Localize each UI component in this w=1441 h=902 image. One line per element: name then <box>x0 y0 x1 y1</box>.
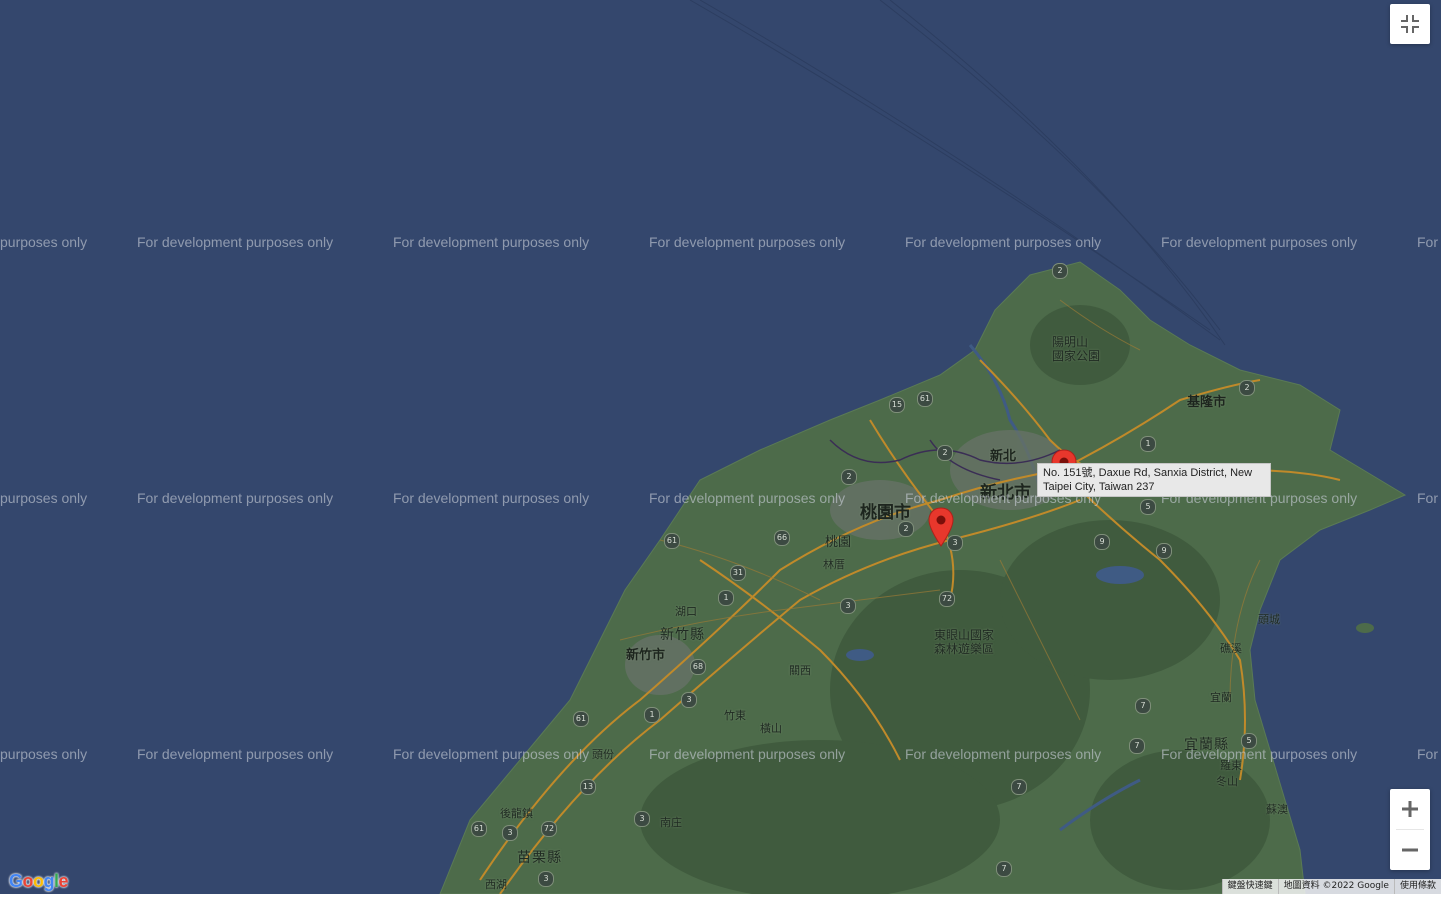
marker-pin-icon <box>928 507 954 547</box>
exit-fullscreen-icon <box>1401 15 1419 33</box>
terms-link[interactable]: 使用條款 <box>1393 879 1441 894</box>
route-shield: 2 <box>937 445 953 461</box>
route-shield: 15 <box>889 397 905 413</box>
map-data-attribution: 地圖資料 ©2022 Google <box>1277 879 1394 894</box>
route-shield: 31 <box>730 565 746 581</box>
label-touwen: 頭份 <box>592 748 614 761</box>
marker-tooltip: No. 151號, Daxue Rd, Sanxia District, New… <box>1037 463 1271 497</box>
label-jiaoxi: 礁溪 <box>1220 642 1242 655</box>
label-toucheng: 頭城 <box>1258 613 1280 626</box>
zoom-control <box>1390 789 1430 870</box>
watermark-text: purposes only <box>0 746 88 762</box>
page-bottom-strip <box>0 894 1441 902</box>
route-shield: 3 <box>681 692 697 708</box>
route-shield: 3 <box>840 598 856 614</box>
route-shield: 61 <box>917 391 933 407</box>
label-zhudong: 竹東 <box>724 709 746 722</box>
route-shield: 68 <box>690 659 706 675</box>
label-hengshan: 橫山 <box>760 722 782 735</box>
label-linzuo: 林厝 <box>823 558 845 571</box>
route-shield: 66 <box>774 530 790 546</box>
watermark-text: purposes only <box>0 490 88 506</box>
route-shield: 7 <box>1011 779 1027 795</box>
route-shield: 2 <box>1052 263 1068 279</box>
watermark-text: purposes only <box>0 234 88 250</box>
watermark-text: For development purposes only <box>649 490 846 506</box>
zoom-out-button[interactable] <box>1390 830 1430 870</box>
watermark-text: For development purposes only <box>393 234 590 250</box>
label-yangmingshan: 陽明山 國家公園 <box>1052 335 1101 363</box>
plus-icon <box>1402 801 1418 817</box>
label-miaoli-county: 苗栗縣 <box>517 850 562 866</box>
zoom-in-button[interactable] <box>1390 789 1430 829</box>
watermark-text: For <box>1417 490 1438 506</box>
label-houlong: 後龍鎮 <box>500 807 533 820</box>
watermark-text: For <box>1417 234 1438 250</box>
map-canvas[interactable]: 陽明山 國家公園 基隆市 新北 新北市 桃園市 桃園 林厝 湖口 新竹縣 新竹市… <box>0 0 1441 894</box>
watermark-text: For development purposes only <box>649 234 846 250</box>
watermark-text: For development purposes only <box>393 490 590 506</box>
route-shield: 2 <box>1239 380 1255 396</box>
watermark-text: For development purposes only <box>137 234 334 250</box>
route-shield: 7 <box>1129 738 1145 754</box>
route-shield: 1 <box>718 590 734 606</box>
route-shield: 7 <box>1135 698 1151 714</box>
route-shield: 3 <box>502 825 518 841</box>
route-shield: 61 <box>471 821 487 837</box>
route-shield: 3 <box>538 871 554 887</box>
route-shield: 5 <box>1140 499 1156 515</box>
route-shield: 1 <box>1140 436 1156 452</box>
label-xinbei: 新北 <box>990 449 1017 464</box>
label-guanxi: 關西 <box>789 664 811 677</box>
route-shield: 2 <box>841 469 857 485</box>
route-shield: 3 <box>634 811 650 827</box>
watermark-text: For development purposes only <box>137 490 334 506</box>
route-shield: 72 <box>939 591 955 607</box>
route-shield: 61 <box>573 711 589 727</box>
route-shield: 9 <box>1156 543 1172 559</box>
label-taoyuan: 桃園 <box>825 535 852 550</box>
label-suao: 蘇澳 <box>1266 803 1288 816</box>
keyboard-shortcuts-link[interactable]: 鍵盤快速鍵 <box>1221 879 1278 894</box>
label-taoyuan-city: 桃園市 <box>860 503 911 523</box>
watermark-text: For development purposes only <box>393 746 590 762</box>
route-shield: 9 <box>1094 534 1110 550</box>
watermark-text: For development purposes only <box>905 234 1102 250</box>
map-marker-pin[interactable] <box>928 507 954 547</box>
label-hsinchu-city: 新竹市 <box>626 648 666 663</box>
label-dongshan: 冬山 <box>1216 775 1238 788</box>
label-keelung: 基隆市 <box>1187 395 1227 410</box>
route-shield: 1 <box>644 707 660 723</box>
exit-fullscreen-button[interactable] <box>1390 4 1430 44</box>
label-hukou: 湖口 <box>675 605 697 618</box>
route-shield: 72 <box>541 821 557 837</box>
label-xihu: 西湖 <box>485 878 507 891</box>
label-nanzhuang: 南庄 <box>660 816 682 829</box>
watermark-text: For development purposes only <box>137 746 334 762</box>
route-shield: 7 <box>996 861 1012 877</box>
route-shield: 61 <box>664 533 680 549</box>
watermark-text: For development purposes only <box>649 746 846 762</box>
label-hsinchu-county: 新竹縣 <box>660 627 705 643</box>
watermark-text: For development purposes only <box>1161 234 1358 250</box>
label-dongyanshan: 東眼山國家 森林遊樂區 <box>934 628 995 656</box>
watermark-text: For development purposes only <box>1161 746 1358 762</box>
map-attribution-bar: 鍵盤快速鍵 地圖資料 ©2022 Google 使用條款 <box>1221 879 1441 894</box>
route-shield: 13 <box>580 779 596 795</box>
minus-icon <box>1402 848 1418 852</box>
label-yilan-city: 宜蘭 <box>1210 691 1232 704</box>
google-logo[interactable]: Google <box>9 871 69 892</box>
watermark-text: For <box>1417 746 1438 762</box>
watermark-text: For development purposes only <box>905 746 1102 762</box>
route-shield: 2 <box>898 521 914 537</box>
